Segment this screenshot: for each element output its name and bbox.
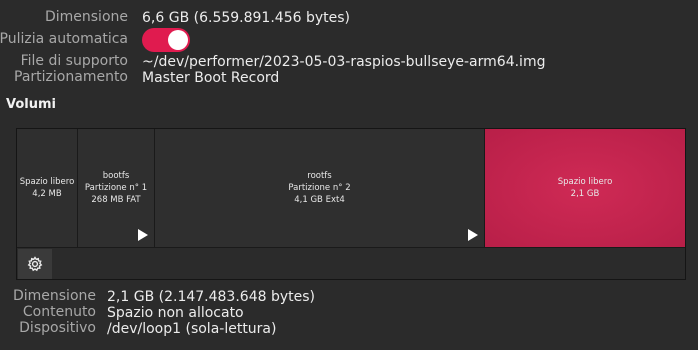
volume-content-value: Spazio non allocato <box>107 305 244 321</box>
gear-icon <box>27 256 43 272</box>
backing-file-value: ~/dev/performer/2023-05-03-raspios-bulls… <box>142 54 546 70</box>
partition-free-space-2[interactable]: Spazio libero 2,1 GB <box>485 129 685 247</box>
volume-device-label: Dispositivo <box>19 320 96 336</box>
partition-options-button[interactable] <box>18 249 52 279</box>
volume-content-label: Contenuto <box>22 304 96 320</box>
play-icon <box>468 229 478 241</box>
disk-size-value: 6,6 GB (6.559.891.456 bytes) <box>142 10 350 26</box>
auto-clear-toggle[interactable] <box>142 28 190 52</box>
partition-name: Spazio libero <box>19 177 75 187</box>
partitioning-label: Partizionamento <box>14 69 128 85</box>
volume-device-value: /dev/loop1 (sola-lettura) <box>107 321 277 337</box>
partition-detail: 4,1 GB Ext4 <box>294 195 345 205</box>
auto-clear-label: Pulizia automatica <box>0 31 128 47</box>
volumes-heading: Volumi <box>6 97 56 112</box>
partition-free-space-1[interactable]: Spazio libero 4,2 MB <box>17 129 78 247</box>
volumes-map: Spazio libero 4,2 MB bootfs Partizione n… <box>16 128 686 280</box>
volume-size-label: Dimensione <box>12 288 96 304</box>
partition-bootfs[interactable]: bootfs Partizione n° 1 268 MB FAT <box>78 129 155 247</box>
partition-name: rootfs <box>307 171 332 181</box>
volume-size-value: 2,1 GB (2.147.483.648 bytes) <box>107 289 315 305</box>
partition-detail: 2,1 GB <box>570 189 600 199</box>
toggle-knob <box>168 30 188 50</box>
backing-file-label: File di supporto <box>20 53 128 69</box>
disk-size-label: Dimensione <box>44 9 128 25</box>
partition-name: bootfs <box>102 171 130 181</box>
partition-bar: Spazio libero 4,2 MB bootfs Partizione n… <box>17 129 685 247</box>
partition-name: Spazio libero <box>557 177 613 187</box>
volume-toolbar <box>17 247 685 279</box>
partition-subtitle: Partizione n° 1 <box>84 183 148 193</box>
partitioning-value: Master Boot Record <box>142 70 280 86</box>
partition-rootfs[interactable]: rootfs Partizione n° 2 4,1 GB Ext4 <box>155 129 485 247</box>
play-icon <box>138 229 148 241</box>
partition-subtitle: Partizione n° 2 <box>288 183 351 193</box>
partition-detail: 268 MB FAT <box>91 195 141 205</box>
partition-detail: 4,2 MB <box>32 189 62 199</box>
